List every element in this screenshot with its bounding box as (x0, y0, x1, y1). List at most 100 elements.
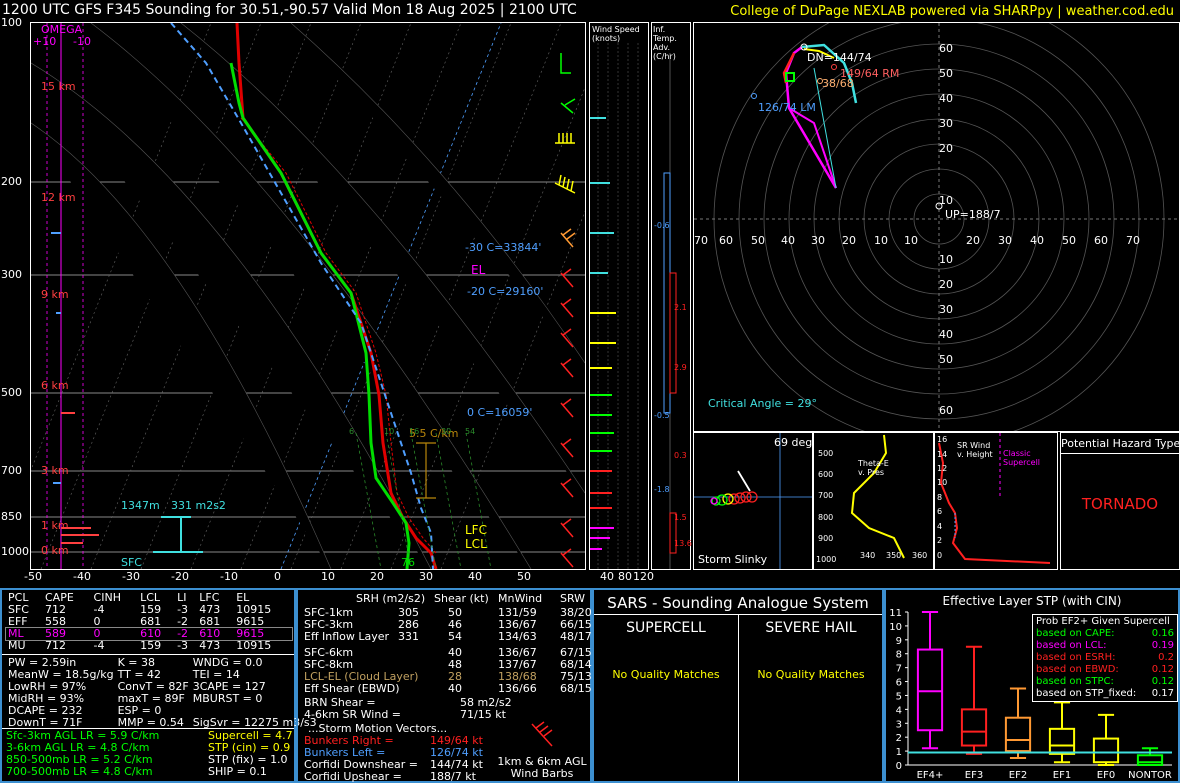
temp-axis-label: -40 (73, 570, 91, 583)
kin-header: Shear (kt) (434, 592, 489, 605)
table-cell: 712 (45, 639, 66, 652)
hazard-panel: Potential Hazard Type TORNADO (1060, 432, 1180, 570)
hodograph-svg (694, 23, 1179, 431)
skewt-panel: 100 200 300 500 700 850 1000 OMEGA +10 -… (1, 16, 586, 570)
sars-panel: SARS - Sounding Analogue System SUPERCEL… (592, 588, 884, 783)
indices-table: PW = 2.59in K = 38 WNDG = 0.0 MeanW = 18.5… (6, 657, 319, 729)
sr-wind-value: 71/15 kt (460, 708, 506, 721)
kin-value: 54 (448, 630, 462, 643)
corfidi-up-value: 188/7 kt (430, 770, 476, 783)
temp-advection-value: 0.3 (674, 451, 687, 460)
temp-advection-value: 2.1 (674, 303, 687, 312)
y-tick-label: 6 (896, 678, 902, 689)
hodograph-panel: 60 50 40 30 20 10 10 20 30 40 50 60 70 6… (693, 22, 1180, 432)
legend-item: based on CAPE: 0.16 (1036, 628, 1174, 639)
y-tick-label: 7 (896, 664, 902, 675)
x-tick-label: EF2 (1009, 770, 1027, 781)
theta-temp-tick: 360 (912, 551, 928, 560)
lapse-rates: Sfc-3km AGL LR = 5.9 C/km 3-6km AGL LR =… (6, 730, 159, 778)
hodo-ring-label: 30 (939, 117, 953, 130)
box-ef2 (1004, 716, 1032, 753)
temp-axis-label: -20 (171, 570, 189, 583)
sars-hail-title: SEVERE HAIL (765, 620, 857, 636)
hodo-ring-label: 60 (939, 42, 953, 55)
legend-item: based on LCL: 0.19 (1036, 640, 1174, 651)
hodo-ring-label: 20 (966, 234, 980, 247)
legend-item: based on EBWD: 0.12 (1036, 664, 1174, 675)
theta-pres-tick: 1000 (816, 555, 837, 564)
wind-speed-tick: 40 (600, 570, 614, 583)
height-label: 0 km (41, 544, 69, 557)
table-cell: 473 (199, 639, 221, 652)
hodo-ring-label: 20 (939, 142, 953, 155)
el-label: EL (471, 263, 486, 277)
slinky-svg (694, 433, 812, 569)
temp-advection-value: 1.5 (674, 513, 687, 522)
sr-height-tick: 6 (937, 507, 943, 516)
y-tick-label: 10 (889, 622, 902, 633)
sr-height-tick: 14 (937, 450, 948, 459)
hodo-ring-label: 50 (1062, 234, 1076, 247)
pressure-label: 100 (1, 16, 22, 29)
pressure-label: 500 (1, 386, 22, 399)
temp-advection-value: -1.8 (654, 485, 670, 494)
box-nontor (1136, 754, 1164, 767)
legend-title: Prob EF2+ Given Supercell (1036, 616, 1170, 627)
box-ef4+ (916, 648, 944, 732)
up-vector: UP=188/7 (945, 208, 1001, 221)
lfc-label: LFC (465, 523, 487, 537)
sr-wind-label: 4-6km SR Wind = (304, 708, 402, 721)
kinematics-panel: SRH (m2/s2) Shear (kt) MnWind SRW SFC-1k… (296, 588, 592, 783)
wind-speed-tick: 120 (633, 570, 654, 583)
hodo-ring-label: 10 (939, 194, 953, 207)
sfc-dewpoint: 76 (401, 556, 415, 569)
y-tick-label: 8 (896, 650, 902, 661)
temp-axis-label: 0 (274, 570, 281, 583)
eff-layer-height: 1347m (121, 499, 160, 512)
lcl-label: LCL (465, 537, 487, 551)
kin-value: 134/63 (498, 630, 537, 643)
mixing-ratio-label: 54 (465, 427, 476, 436)
hodo-ring-label: 10 (874, 234, 888, 247)
theta-temp-tick: 340 (860, 551, 876, 560)
sars-title: SARS - Sounding Analogue System (607, 594, 869, 612)
mean-wind-vector: 38/68 (822, 77, 854, 90)
kin-label: Eff Inflow Layer (304, 630, 390, 643)
critical-angle: Critical Angle = 29° (708, 397, 817, 410)
temp-advection-value: -0.6 (654, 221, 670, 230)
composite-index: SHIP = 0.1 (208, 765, 267, 778)
height-label: 3 km (41, 464, 69, 477)
theta-pres-tick: 800 (818, 513, 834, 522)
kin-value: 40 (448, 682, 462, 695)
theta-temp-tick: 350 (886, 551, 902, 560)
hodo-ring-label: 20 (939, 278, 953, 291)
temp-axis-label: 50 (517, 570, 531, 583)
table-row: MU 712 -4 159 -3 473 10915 (6, 640, 292, 652)
hazard-value: TORNADO (1081, 495, 1159, 513)
hodo-ring-label: 10 (939, 253, 953, 266)
box-ef1 (1048, 727, 1076, 755)
theta-pres-tick: 700 (818, 491, 834, 500)
lapse-rate: 700-500mb LR = 4.8 C/km (6, 765, 153, 778)
table-cell: -4 (93, 639, 105, 652)
kin-label: Eff Shear (EBWD) (304, 682, 400, 695)
mixing-ratio-label: 10 (384, 427, 395, 436)
mixing-ratio-label: 30 (441, 427, 452, 436)
mixing-ratio-label: 16 (409, 427, 420, 436)
theta-e-panel: Theta-E v. Pres 500 600 700 800 900 1000… (813, 432, 934, 570)
y-tick-label: 4 (896, 705, 902, 716)
sr-height-tick: 4 (937, 522, 943, 531)
classic-supercell: Classic Supercell (1003, 449, 1041, 467)
temp-axis-label: 30 (419, 570, 433, 583)
theta-pres-tick: 900 (818, 534, 834, 543)
hodo-ring-label: 10 (904, 234, 918, 247)
theta-pres-tick: 500 (818, 449, 834, 458)
page-title: 1200 UTC GFS F345 Sounding for 30.51,-90… (2, 2, 577, 18)
hodo-ring-label: 50 (939, 353, 953, 366)
x-tick-label: NONTOR (1128, 770, 1172, 781)
storm-slinky-panel: 69 deg Storm Slinky (693, 432, 813, 570)
y-tick-label: 2 (896, 733, 902, 744)
y-tick-label: 11 (889, 608, 902, 619)
y-tick-label: 9 (896, 636, 902, 647)
wind-barbs-label: 1km & 6km AGL Wind Barbs (497, 755, 587, 780)
